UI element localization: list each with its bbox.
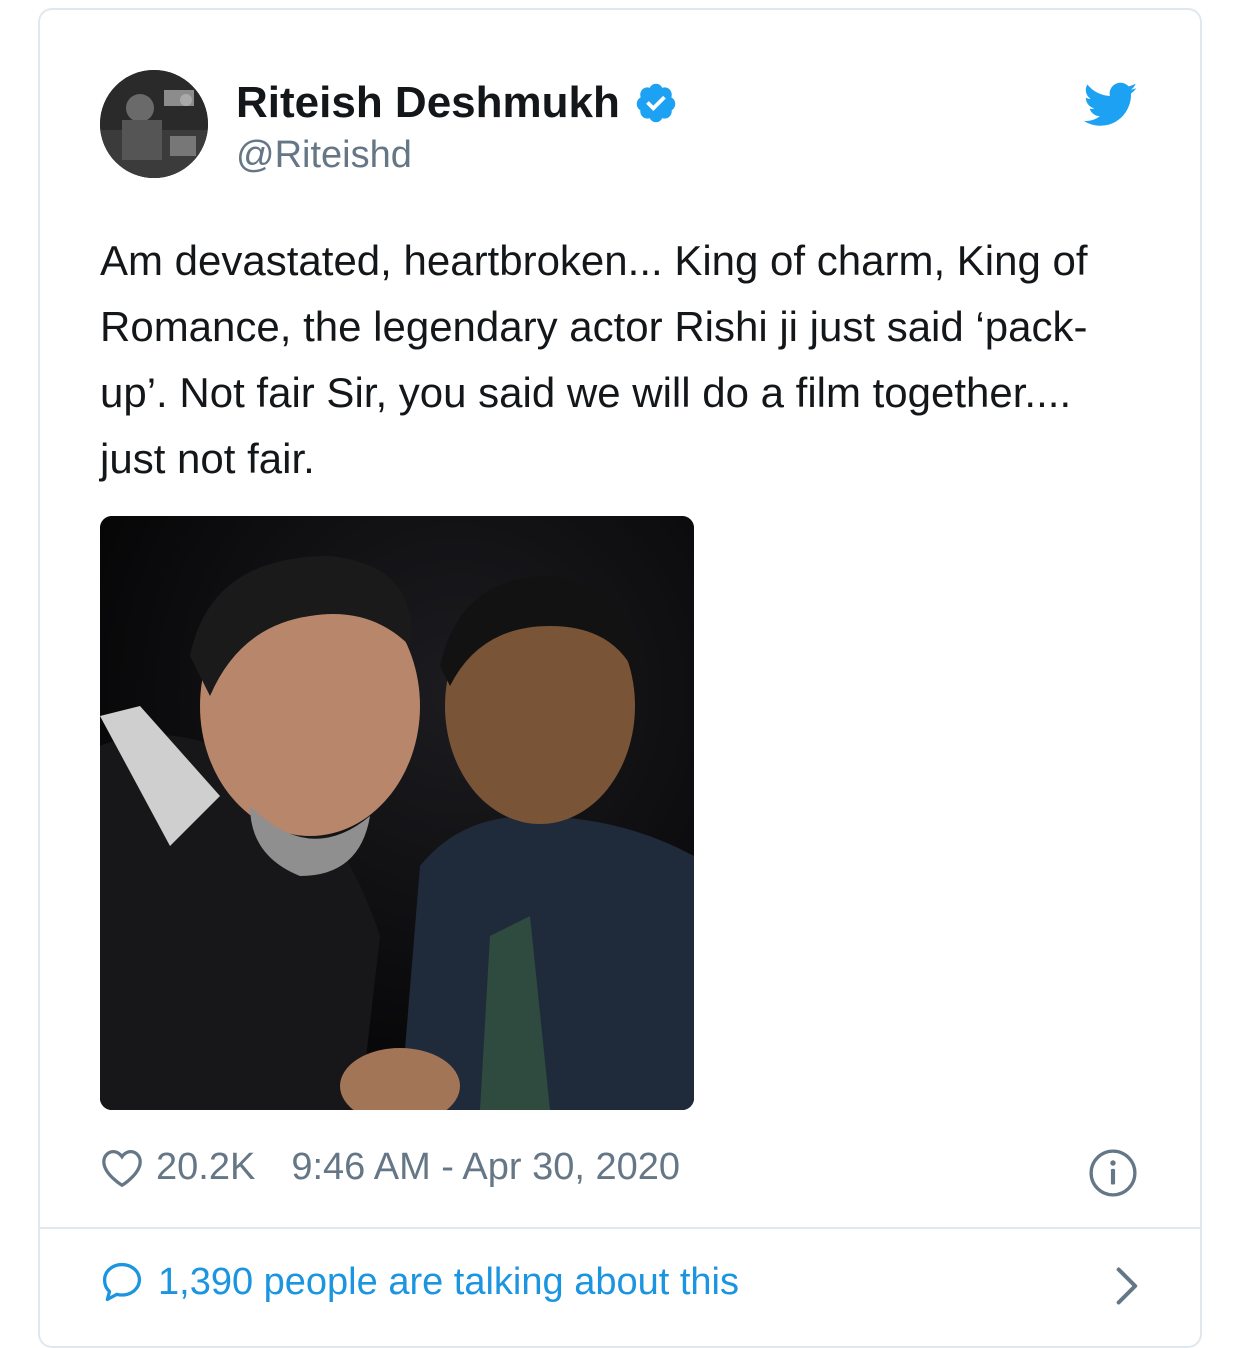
tweet-card[interactable]: Riteish Deshmukh @Riteishd Am devastated… [38, 8, 1202, 1348]
tweet-text: Am devastated, heartbroken... King of ch… [100, 237, 1088, 482]
avatar[interactable] [100, 70, 208, 178]
display-name[interactable]: Riteish Deshmukh [236, 78, 620, 128]
like-count[interactable]: 20.2K [156, 1146, 255, 1189]
divider [40, 1227, 1200, 1229]
conversation-link[interactable]: 1,390 people are talking about this [100, 1260, 1140, 1305]
user-handle[interactable]: @Riteishd [236, 134, 412, 177]
chevron-right-icon[interactable] [1112, 1264, 1140, 1308]
twitter-bird-icon[interactable] [1084, 82, 1138, 128]
talking-about-text[interactable]: 1,390 people are talking about this [158, 1261, 739, 1304]
verified-badge-icon [634, 81, 678, 125]
info-icon[interactable] [1088, 1148, 1138, 1198]
tweet-photo[interactable] [100, 516, 694, 1110]
speech-bubble-icon [100, 1260, 144, 1304]
tweet-timestamp[interactable]: 9:46 AM - Apr 30, 2020 [291, 1146, 680, 1189]
heart-icon[interactable] [100, 1148, 144, 1188]
